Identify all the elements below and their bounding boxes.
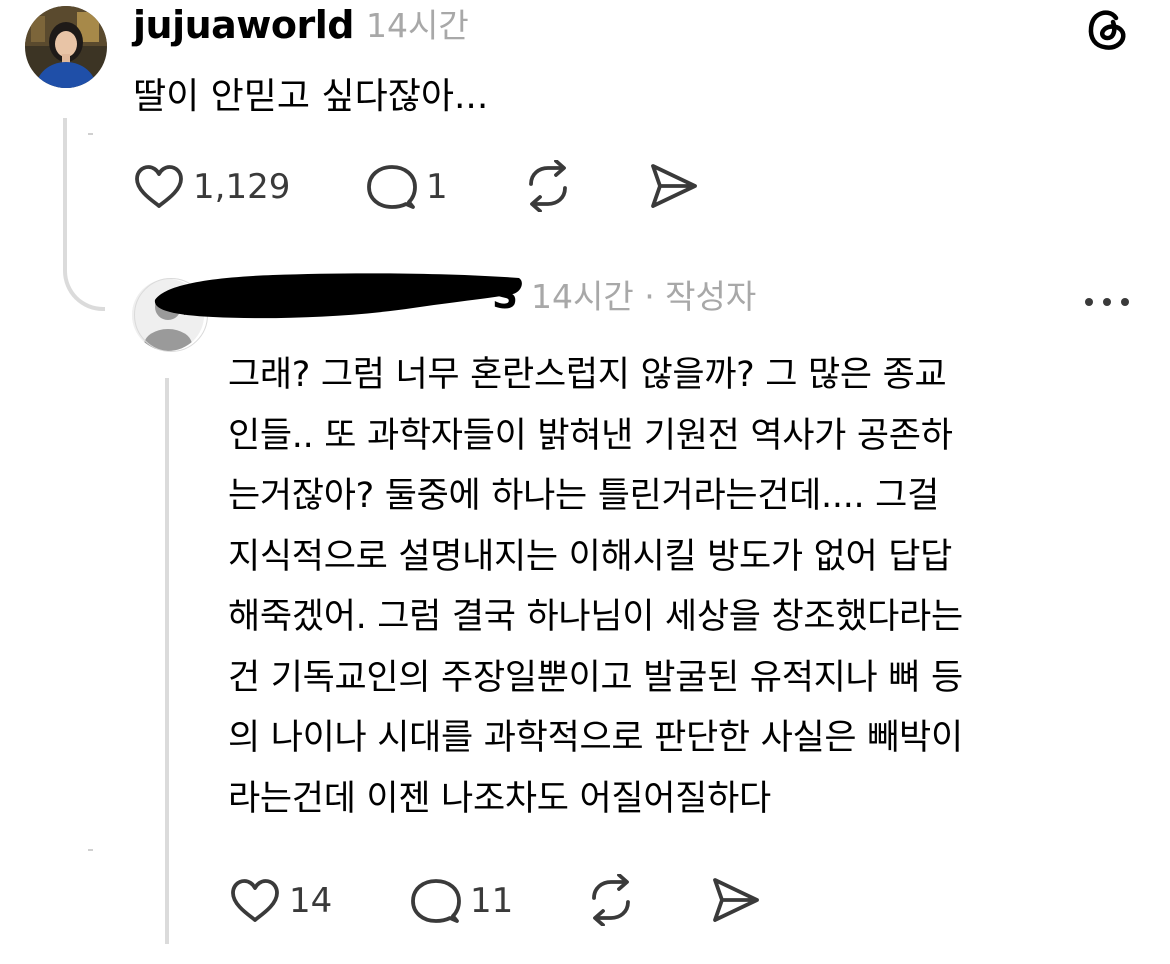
reply-repost-button[interactable] <box>586 873 636 930</box>
reply-like-button[interactable]: 14 <box>229 878 332 924</box>
reply-button[interactable]: 1 <box>366 164 448 210</box>
reply-text: 그래? 그럼 너무 혼란스럽지 않을까? 그 많은 종교 인들.. 또 과학자들… <box>228 345 1128 829</box>
thread-connector-line <box>63 118 105 311</box>
share-button[interactable] <box>648 162 700 214</box>
more-dots-icon <box>1085 298 1129 306</box>
reply-text-line: 해죽겠어. 그럼 결국 하나님이 세상을 창조했다라는 <box>228 597 963 637</box>
reply-text-line: 건 기독교인의 주장일뿐이고 발굴된 유적지나 뼈 등 <box>228 657 963 698</box>
threads-logo-icon[interactable] <box>1082 4 1132 54</box>
reply-text-line: 지식적으로 설명내지는 이해시킬 방도가 없어 답답 <box>228 536 953 577</box>
redaction-mark <box>153 270 523 322</box>
heart-icon <box>231 879 279 922</box>
avatar-image <box>25 6 107 88</box>
like-count: 1,129 <box>193 167 291 207</box>
reply-text-line: 그래? 그럼 너무 혼란스럽지 않을까? 그 많은 종교 <box>228 355 947 395</box>
send-icon <box>651 164 697 208</box>
reply-share-button[interactable] <box>710 876 762 928</box>
reply-username-visible-part[interactable]: S <box>492 274 518 320</box>
reply-text-line: 라는건데 이젠 나조차도 어질어질하다 <box>228 778 771 819</box>
reply-text-line: 의 나이나 시대를 과학적으로 판단한 사실은 빼박이 <box>228 718 963 758</box>
author-avatar[interactable] <box>25 6 107 88</box>
post-text: 딸이 안믿고 싶다잖아... <box>133 76 489 117</box>
reply-text-line: 는거잖아? 둘중에 하나는 틀린거라는건데.... 그걸 <box>228 476 939 516</box>
reply-reply-button[interactable]: 11 <box>410 878 513 924</box>
more-options-button[interactable] <box>1084 292 1130 306</box>
reply-like-count: 14 <box>289 881 333 921</box>
reply-reply-count: 11 <box>470 881 514 921</box>
like-button[interactable]: 1,129 <box>133 164 290 210</box>
reply-text-line: 인들.. 또 과학자들이 밝혀낸 기원전 역사가 공존하 <box>228 415 953 456</box>
author-username[interactable]: jujuaworld <box>133 2 354 48</box>
repost-button[interactable] <box>523 159 573 216</box>
comment-bubble-icon <box>367 165 417 209</box>
reply-timestamp: 14시간 · 작성자 <box>531 277 757 316</box>
divider-tick <box>88 849 93 851</box>
comment-bubble-icon <box>411 879 461 923</box>
reply-thread-line <box>165 378 169 944</box>
reply-count: 1 <box>426 167 448 207</box>
repost-icon <box>529 159 567 213</box>
divider-tick <box>88 133 93 135</box>
repost-icon <box>592 873 630 927</box>
post-timestamp[interactable]: 14시간 <box>366 3 469 49</box>
send-icon <box>713 878 759 922</box>
heart-icon <box>135 165 183 208</box>
